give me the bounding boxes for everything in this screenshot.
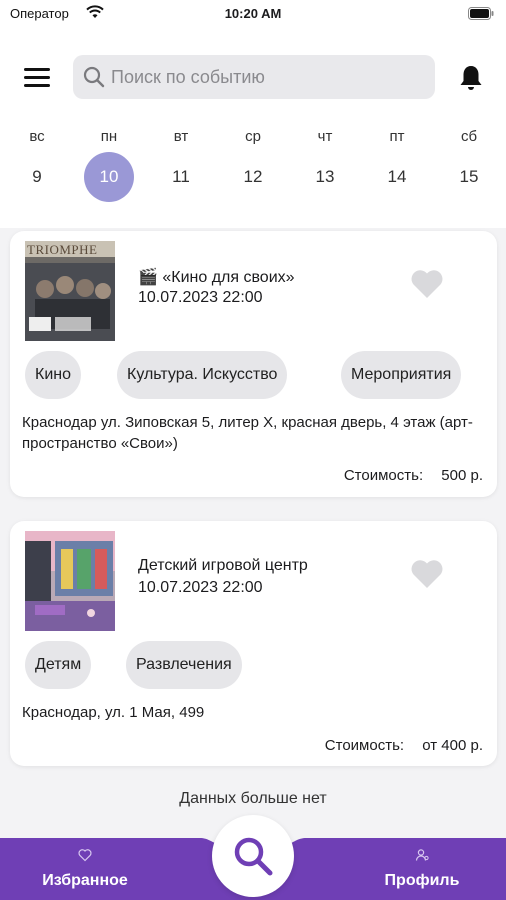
day-name: вт — [173, 128, 189, 145]
event-date: 10.07.2023 22:00 — [138, 579, 263, 596]
nav-favorites-label: Избранное — [42, 872, 128, 889]
search-icon — [234, 837, 273, 876]
tag-chip[interactable]: Детям — [25, 641, 92, 689]
battery-icon — [468, 7, 494, 20]
day-number: 15 — [459, 167, 479, 186]
day-number: 12 — [243, 167, 263, 186]
heart-outline-icon — [78, 849, 92, 862]
day-tue[interactable]: вт 11 — [156, 124, 206, 214]
price-value: от 400 р. — [422, 737, 483, 754]
profile-icon — [415, 849, 429, 861]
day-name: пт — [389, 128, 405, 145]
status-time: 10:20 AM — [224, 6, 282, 21]
event-card[interactable]: TRIOMPHE 🎬 «Кино для своих» 10.07.2023 2… — [10, 231, 497, 497]
event-thumbnail: TRIOMPHE — [25, 241, 115, 341]
day-number: 14 — [387, 167, 407, 186]
tag-chip[interactable]: Культура. Искусство — [117, 351, 288, 399]
search-icon — [83, 66, 105, 88]
day-mon[interactable]: пн 10 — [84, 124, 134, 214]
event-card[interactable]: Детский игровой центр 10.07.2023 22:00 Д… — [10, 521, 497, 766]
week-calendar: вс 9 пн 10 вт 11 ср 12 чт 13 пт 14 сб 15 — [0, 124, 506, 214]
day-wed[interactable]: ср 12 — [228, 124, 278, 214]
event-title: Детский игровой центр — [138, 557, 308, 574]
search-box[interactable] — [73, 55, 435, 99]
day-fri[interactable]: пт 14 — [372, 124, 422, 214]
bell-icon[interactable] — [458, 64, 484, 92]
day-name: чт — [317, 128, 333, 145]
menu-icon[interactable] — [24, 68, 50, 88]
thumbnail-caption: TRIOMPHE — [27, 242, 98, 257]
day-name: сб — [460, 128, 478, 145]
day-sat[interactable]: сб 15 — [444, 124, 494, 214]
day-name: вс — [29, 128, 45, 145]
event-thumbnail — [25, 531, 115, 631]
nav-profile[interactable]: Профиль — [352, 848, 492, 890]
day-number: 13 — [315, 167, 335, 186]
event-address: Краснодар, ул. 1 Мая, 499 — [22, 704, 205, 721]
day-number: 9 — [32, 167, 42, 186]
event-title: 🎬 «Кино для своих» — [138, 269, 295, 286]
day-name: ср — [245, 128, 261, 145]
event-address: Краснодар ул. Зиповская 5, литер Х, крас… — [22, 414, 473, 452]
day-sun[interactable]: вс 9 — [12, 124, 62, 214]
day-number-selected: 10 — [84, 152, 134, 202]
price-label: Стоимость: — [324, 737, 405, 754]
nav-profile-label: Профиль — [384, 872, 460, 889]
end-of-list-message: Данных больше нет — [179, 790, 327, 807]
search-input[interactable] — [111, 55, 421, 99]
status-bar: Оператор 10:20 AM — [0, 0, 506, 28]
event-price: Стоимость: от 400 р. — [325, 737, 483, 754]
tag-chip[interactable]: Кино — [25, 351, 81, 399]
price-value: 500 р. — [441, 467, 483, 484]
day-thu[interactable]: чт 13 — [300, 124, 350, 214]
header: вс 9 пн 10 вт 11 ср 12 чт 13 пт 14 сб 15 — [0, 28, 506, 228]
heart-icon[interactable] — [410, 558, 444, 590]
heart-icon[interactable] — [410, 268, 444, 300]
price-label: Стоимость: — [343, 467, 424, 484]
event-date: 10.07.2023 22:00 — [138, 289, 263, 306]
nav-favorites[interactable]: Избранное — [15, 848, 155, 890]
event-price: Стоимость: 500 р. — [344, 467, 483, 484]
day-number: 11 — [172, 167, 190, 186]
tag-chip[interactable]: Развлечения — [126, 641, 242, 689]
center-search-button[interactable] — [212, 815, 294, 897]
tag-chip[interactable]: Мероприятия — [341, 351, 462, 399]
day-name: пн — [100, 128, 118, 145]
